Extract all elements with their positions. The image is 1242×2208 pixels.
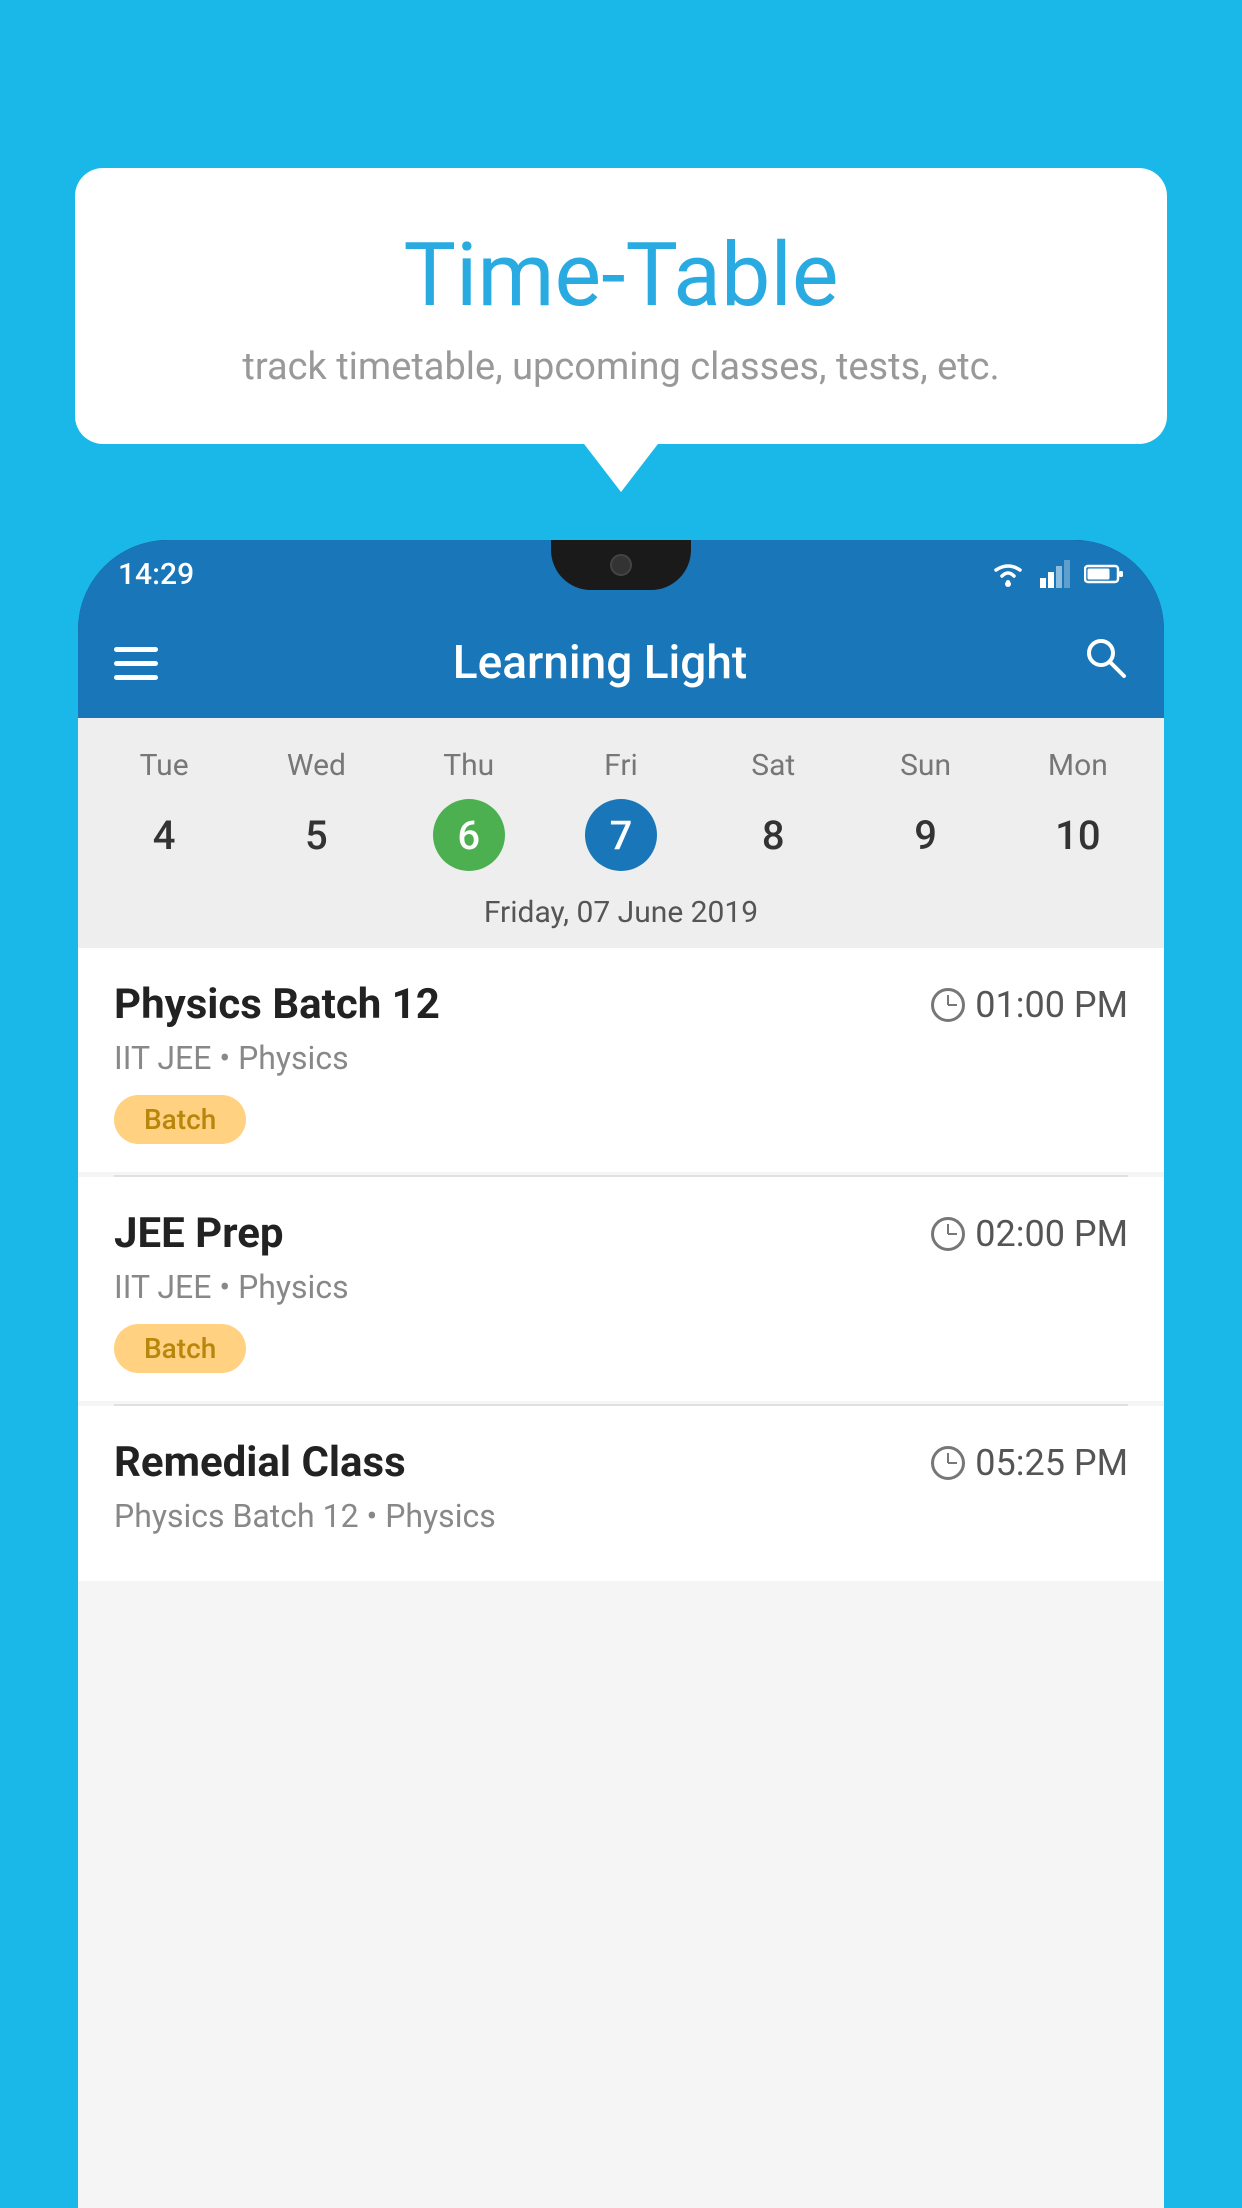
day-header-sun: Sun xyxy=(849,738,1001,793)
schedule-item-3[interactable]: Remedial Class 05:25 PM Physics Batch 12… xyxy=(78,1406,1164,1581)
notch xyxy=(551,540,691,590)
schedule-container: Physics Batch 12 01:00 PM IIT JEE • Phys… xyxy=(78,948,1164,2208)
hamburger-icon[interactable] xyxy=(114,647,158,680)
schedule-time-label-1: 01:00 PM xyxy=(975,984,1128,1026)
schedule-header-3: Remedial Class 05:25 PM xyxy=(114,1438,1128,1487)
batch-badge-1: Batch xyxy=(114,1095,246,1144)
clock-icon-1 xyxy=(931,988,965,1022)
bubble-title: Time-Table xyxy=(135,228,1107,325)
day-numbers: 4 5 6 7 8 9 10 xyxy=(78,793,1164,887)
schedule-time-3: 05:25 PM xyxy=(931,1442,1128,1484)
schedule-header-1: Physics Batch 12 01:00 PM xyxy=(114,980,1128,1029)
day-header-wed: Wed xyxy=(240,738,392,793)
day-header-mon: Mon xyxy=(1002,738,1154,793)
search-icon[interactable] xyxy=(1082,634,1128,692)
schedule-time-label-3: 05:25 PM xyxy=(975,1442,1128,1484)
schedule-name-3: Remedial Class xyxy=(114,1438,406,1487)
notch-camera xyxy=(610,554,632,576)
schedule-item-2[interactable]: JEE Prep 02:00 PM IIT JEE • Physics Batc… xyxy=(78,1177,1164,1401)
schedule-time-2: 02:00 PM xyxy=(931,1213,1128,1255)
speech-bubble: Time-Table track timetable, upcoming cla… xyxy=(75,168,1167,444)
day-num-5[interactable]: 5 xyxy=(240,799,392,871)
day-num-4[interactable]: 4 xyxy=(88,799,240,871)
calendar-strip: Tue Wed Thu Fri Sat Sun Mon 4 5 6 7 8 9 … xyxy=(78,718,1164,948)
status-icons xyxy=(990,560,1124,588)
day-num-8[interactable]: 8 xyxy=(697,799,849,871)
app-title: Learning Light xyxy=(188,636,1052,690)
schedule-item-1[interactable]: Physics Batch 12 01:00 PM IIT JEE • Phys… xyxy=(78,948,1164,1172)
schedule-meta-2: IIT JEE • Physics xyxy=(114,1268,1128,1306)
status-time: 14:29 xyxy=(118,557,194,592)
schedule-meta-1: IIT JEE • Physics xyxy=(114,1039,1128,1077)
app-bar: Learning Light xyxy=(78,608,1164,718)
schedule-time-label-2: 02:00 PM xyxy=(975,1213,1128,1255)
day-header-tue: Tue xyxy=(88,738,240,793)
wifi-icon xyxy=(990,560,1026,588)
day-num-7-selected[interactable]: 7 xyxy=(585,799,657,871)
signal-icon xyxy=(1040,560,1070,588)
schedule-header-2: JEE Prep 02:00 PM xyxy=(114,1209,1128,1258)
schedule-name-1: Physics Batch 12 xyxy=(114,980,440,1029)
day-num-10[interactable]: 10 xyxy=(1002,799,1154,871)
day-num-9[interactable]: 9 xyxy=(849,799,1001,871)
clock-icon-2 xyxy=(931,1217,965,1251)
battery-icon xyxy=(1084,563,1124,585)
status-bar: 14:29 xyxy=(78,540,1164,608)
phone-frame: 14:29 xyxy=(78,540,1164,2208)
day-headers: Tue Wed Thu Fri Sat Sun Mon xyxy=(78,738,1164,793)
bubble-subtitle: track timetable, upcoming classes, tests… xyxy=(135,345,1107,389)
day-num-6-today[interactable]: 6 xyxy=(433,799,505,871)
clock-icon-3 xyxy=(931,1446,965,1480)
schedule-time-1: 01:00 PM xyxy=(931,984,1128,1026)
day-header-fri: Fri xyxy=(545,738,697,793)
batch-badge-2: Batch xyxy=(114,1324,246,1373)
day-header-sat: Sat xyxy=(697,738,849,793)
selected-date-label: Friday, 07 June 2019 xyxy=(78,887,1164,948)
schedule-name-2: JEE Prep xyxy=(114,1209,284,1258)
schedule-meta-3: Physics Batch 12 • Physics xyxy=(114,1497,1128,1535)
day-header-thu: Thu xyxy=(393,738,545,793)
